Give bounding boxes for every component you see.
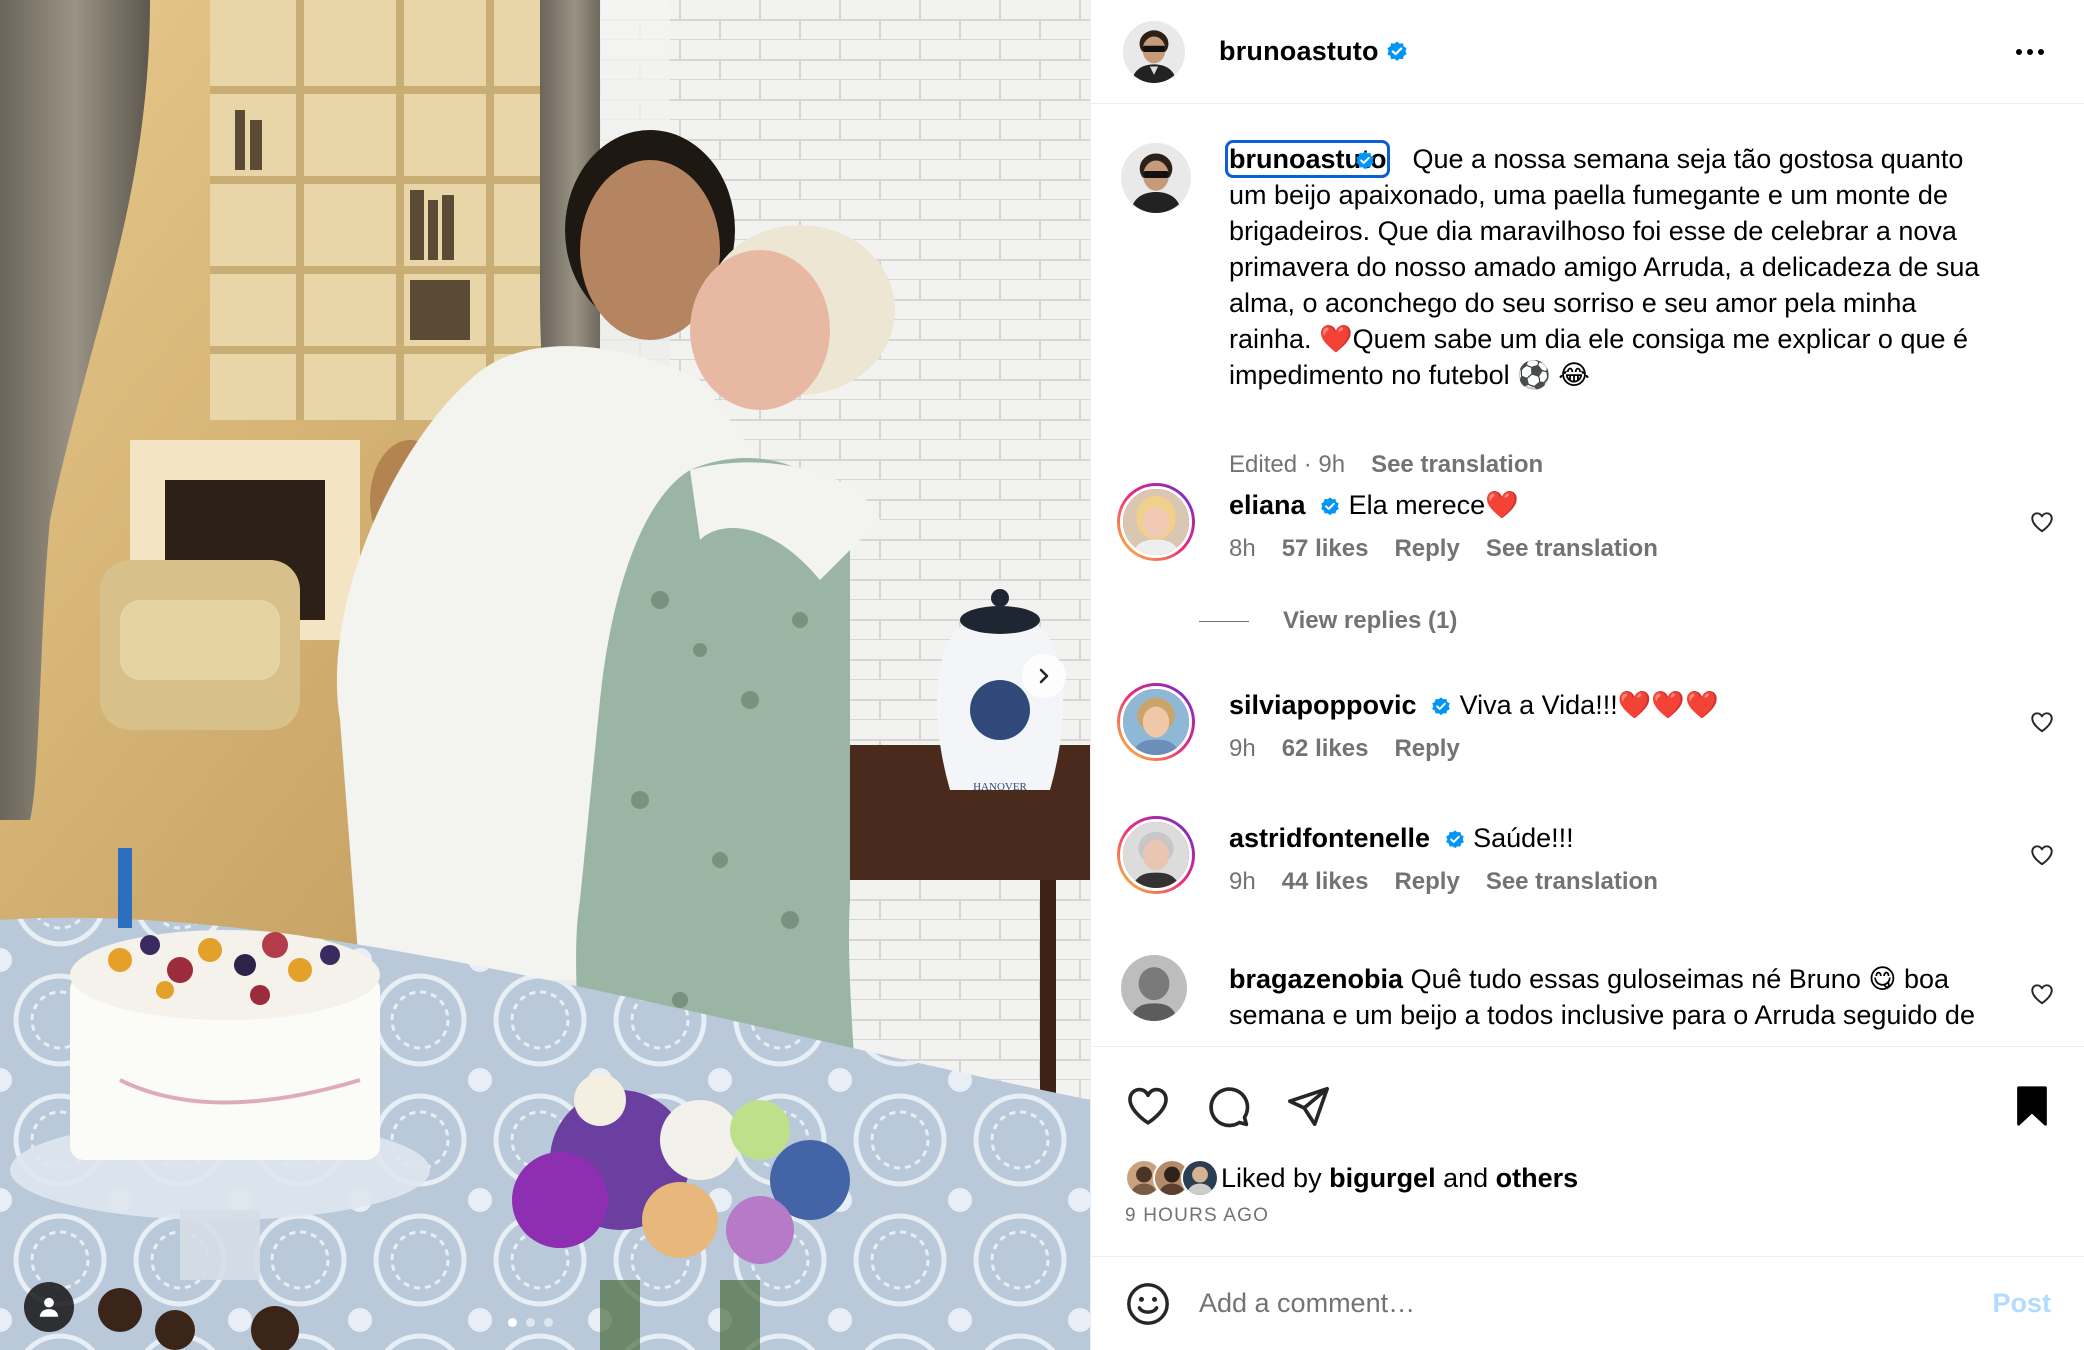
view-replies-button[interactable]: View replies (1) [1199, 607, 1457, 635]
comment-username[interactable]: silviapoppovic [1229, 690, 1417, 720]
comments-list[interactable]: brunoastuto Que a nossa semana seja tão g… [1091, 105, 2084, 1035]
caption-meta: Edited · 9h See translation [1229, 451, 1543, 479]
commenter-avatar[interactable] [1117, 483, 1195, 561]
more-options-icon [2016, 48, 2022, 55]
comment-see-translation[interactable]: See translation [1486, 868, 1658, 896]
verified-badge-icon [1445, 830, 1464, 849]
post-photo[interactable]: HANOVER [0, 0, 1090, 1350]
chevron-right-icon [1039, 668, 1049, 684]
comment-reply-button[interactable]: Reply [1394, 735, 1459, 763]
liked-by: Liked by bigurgel and others [1125, 1159, 1578, 1197]
post-actions: Liked by bigurgel and others 9 HOURS AGO [1091, 1046, 2084, 1260]
comment-username[interactable]: astridfontenelle [1229, 823, 1430, 853]
commenter-avatar[interactable] [1117, 816, 1195, 894]
comment-see-translation[interactable]: See translation [1486, 535, 1658, 563]
comment-time: 8h [1229, 535, 1256, 562]
comment-reply-button[interactable]: Reply [1394, 868, 1459, 896]
comment-like-heart-icon[interactable] [2029, 709, 2055, 735]
comment-username[interactable]: bragazenobia [1229, 964, 1403, 994]
comment-meta: 9h 62 likes Reply [1229, 735, 1460, 763]
emoji-icon[interactable] [1125, 1281, 1171, 1327]
carousel-next-button[interactable] [1022, 654, 1066, 698]
carousel-dot [544, 1318, 553, 1327]
bookmark-icon [2017, 1086, 2047, 1126]
carousel-indicator [508, 1318, 553, 1327]
comment-body: Saúde!!! [1473, 823, 1574, 853]
liked-by-prefix: Liked by [1221, 1162, 1330, 1193]
caption-body: Que a nossa semana seja tão gostosa quan… [1229, 144, 1980, 390]
comment-reply-button[interactable]: Reply [1394, 535, 1459, 563]
comment-body: Viva a Vida!!!❤️❤️❤️ [1459, 690, 1719, 720]
commenter-avatar-image [1123, 822, 1189, 888]
post-details-panel: bruno­astuto [1090, 0, 2084, 1350]
liked-by-others[interactable]: others [1496, 1163, 1579, 1194]
commenter-avatar-image [1123, 489, 1189, 555]
comment-username[interactable]: eliana [1229, 490, 1306, 520]
commenter-avatar-image [1121, 955, 1187, 1021]
author-avatar[interactable] [1123, 20, 1185, 83]
liked-by-user[interactable]: bigurgel [1329, 1163, 1436, 1194]
view-replies-label: View replies (1) [1283, 607, 1458, 634]
comment-time: 9h [1229, 868, 1256, 895]
comment-likes[interactable]: 62 likes [1282, 735, 1369, 763]
instagram-post: HANOVER [0, 0, 2084, 1350]
heart-icon [1128, 1087, 1168, 1125]
share-icon [1287, 1086, 1329, 1127]
liked-by-avatars[interactable] [1125, 1159, 1219, 1197]
comment-like-heart-icon[interactable] [2029, 842, 2055, 868]
comment-likes[interactable]: 44 likes [1282, 868, 1369, 896]
comment-text: silviapoppovic Viva a Vida!!!❤️❤️❤️ [1229, 687, 1999, 723]
post-time-ago[interactable]: 9 HOURS AGO [1125, 1205, 1269, 1227]
caption-avatar-image [1121, 143, 1191, 213]
liker-avatar [1181, 1159, 1219, 1197]
comment-like-heart-icon[interactable] [2029, 981, 2055, 1007]
commenter-avatar[interactable] [1117, 683, 1195, 761]
post-header: bruno­astuto [1091, 0, 2084, 104]
user-tags-button[interactable] [24, 1282, 74, 1332]
comment-button[interactable] [1205, 1083, 1251, 1129]
verified-badge-icon [1356, 151, 1375, 170]
carousel-dot [526, 1318, 535, 1327]
comment-text: bragazenobia Quê tudo essas guloseimas n… [1229, 961, 1999, 1035]
caption-see-translation[interactable]: See translation [1371, 451, 1543, 479]
replies-divider-line [1199, 620, 1249, 622]
caption-edited-time: Edited · 9h [1229, 451, 1346, 478]
caption-author-avatar[interactable] [1121, 143, 1191, 213]
comment-text: astridfontenelle Saúde!!! [1229, 820, 1999, 856]
comment-like-heart-icon[interactable] [2029, 509, 2055, 535]
caption-text-block: brunoastuto Que a nossa semana seja tão g… [1224, 140, 1999, 393]
verified-badge-icon [1321, 497, 1339, 516]
commenter-avatar[interactable] [1121, 955, 1187, 1021]
author-avatar-image [1123, 20, 1185, 83]
post-comment-button[interactable]: Post [1992, 1288, 2051, 1319]
comment-input[interactable] [1199, 1288, 1973, 1319]
user-tag-icon [39, 1297, 59, 1317]
comment-text: eliana Ela merece❤️ [1229, 487, 1999, 523]
comment-likes[interactable]: 57 likes [1282, 535, 1369, 563]
commenter-avatar-image [1123, 689, 1189, 755]
more-options-dot [2038, 48, 2044, 55]
comment-composer: Post [1091, 1256, 2084, 1350]
verified-badge-icon [1432, 697, 1450, 716]
more-options-button[interactable] [2006, 43, 2054, 61]
verified-badge-icon [1387, 41, 1407, 61]
carousel-dot-active [508, 1318, 517, 1327]
action-icons [1125, 1083, 1331, 1129]
share-button[interactable] [1285, 1083, 1331, 1129]
photo-scene: HANOVER [0, 0, 1090, 1350]
author-username[interactable]: bruno­astuto [1219, 36, 1379, 67]
comment-time: 9h [1229, 735, 1256, 762]
comment-meta: 8h 57 likes Reply See translation [1229, 535, 1658, 563]
more-options-dot [2027, 48, 2033, 55]
urn-label: HANOVER [973, 781, 1027, 793]
comment-meta: 9h 44 likes Reply See translation [1229, 868, 1658, 896]
save-button[interactable] [2009, 1083, 2055, 1129]
comment-icon [1209, 1087, 1250, 1128]
like-button[interactable] [1125, 1083, 1171, 1129]
comment-body: Ela merece❤️ [1348, 490, 1519, 520]
liked-by-and: and [1435, 1162, 1496, 1193]
